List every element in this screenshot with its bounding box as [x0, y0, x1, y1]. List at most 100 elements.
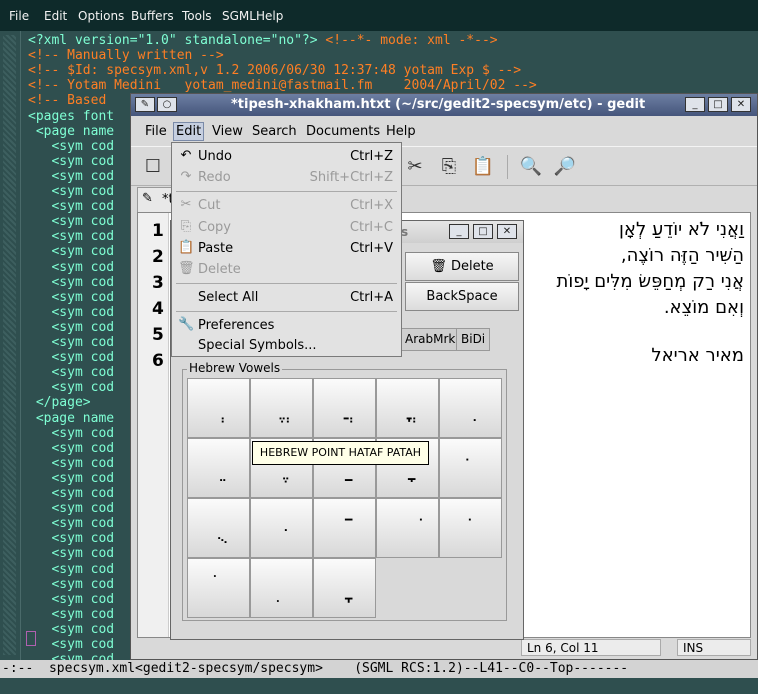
menu-item-shortcut: Ctrl+A [350, 290, 393, 305]
menu-item-paste[interactable]: 📋 Paste Ctrl+V [172, 239, 401, 259]
emacs-text-line: <sym cod [28, 184, 114, 199]
code-text: <sym cod [28, 546, 115, 562]
replace-icon[interactable]: 🔎 [553, 155, 577, 179]
code-text: <page name [28, 410, 115, 426]
hebrew-vowel-button[interactable]: ֳ [376, 378, 439, 438]
menu-documents[interactable]: Documents [306, 124, 380, 139]
gedit-menubar: File Edit View Search Documents Help [131, 121, 757, 143]
pin-icon[interactable]: ○ [157, 97, 177, 112]
scrollbar-thumb[interactable] [3, 35, 16, 655]
hebrew-vowel-button[interactable]: ׇ [313, 558, 376, 618]
emacs-menu-options[interactable]: Options [78, 9, 124, 23]
hebrew-vowel-button[interactable]: ׅ [250, 558, 313, 618]
hebrew-vowel-button[interactable]: ִ [439, 378, 502, 438]
hebrew-vowel-button[interactable]: ֵ [187, 438, 250, 498]
hebrew-vowel-button[interactable]: ׁ [376, 498, 439, 558]
hebrew-vowel-button[interactable]: ׂ [439, 498, 502, 558]
emacs-menu-tools[interactable]: Tools [182, 9, 212, 23]
hebrew-vowel-button[interactable]: ֹ [439, 438, 502, 498]
paste-icon[interactable]: 📋 [471, 155, 495, 179]
copy-icon[interactable]: ⎘ [437, 155, 461, 179]
menu-separator [176, 311, 397, 312]
emacs-scrollbar[interactable] [0, 31, 21, 660]
dialog-minimize-icon[interactable]: _ [449, 224, 469, 239]
menu-item-redo[interactable]: ↷ Redo Shift+Ctrl+Z [172, 168, 401, 188]
hebrew-vowel-button[interactable]: ׄ [187, 558, 250, 618]
emacs-text-line: <!-- Manually written --> [28, 48, 224, 63]
emacs-text-line: <page name [28, 124, 114, 139]
text-line: מאיר אריאל [651, 345, 744, 366]
emacs-text-line: </page> [28, 395, 91, 410]
dialog-title: s [401, 225, 409, 239]
maximize-icon[interactable]: □ [708, 97, 728, 112]
menu-separator [176, 191, 397, 192]
code-text: <sym cod [28, 184, 115, 199]
menu-file[interactable]: File [145, 124, 167, 139]
menu-edit[interactable]: Edit [173, 122, 205, 141]
insert-mode: INS [677, 639, 751, 656]
emacs-menu-edit[interactable]: Edit [44, 9, 67, 23]
window-title: *tipesh-xhakham.htxt (~/src/gedit2-specs… [231, 97, 646, 112]
menu-item-special-symbols[interactable]: Special Symbols... [172, 336, 401, 356]
emacs-menu-buffers[interactable]: Buffers [131, 9, 174, 23]
menu-item-delete[interactable]: 🗑 Delete [172, 260, 401, 280]
cut-icon[interactable]: ✂ [403, 155, 427, 179]
menu-view[interactable]: View [212, 124, 243, 139]
emacs-menubar: File Edit Options Buffers Tools SGML Hel… [0, 0, 758, 31]
menu-item-cut[interactable]: ✂ Cut Ctrl+X [172, 196, 401, 216]
code-text: <sym cod [28, 591, 115, 607]
tab-arabmrk[interactable]: ArabMrk [400, 328, 461, 351]
trash-icon: 🗑 [430, 259, 447, 274]
hebrew-vowel-button[interactable]: ֿ [313, 498, 376, 558]
find-icon[interactable]: 🔍 [519, 155, 543, 179]
emacs-menu-help[interactable]: Help [256, 9, 283, 23]
emacs-text-line: <sym cod [28, 305, 114, 320]
code-text: <sym cod [28, 501, 115, 517]
hebrew-vowel-button[interactable]: ּ [250, 498, 313, 558]
hebrew-vowel-button[interactable]: ְ [187, 378, 250, 438]
gedit-titlebar[interactable]: ✎ ○ *tipesh-xhakham.htxt (~/src/gedit2-s… [131, 94, 757, 116]
delete-button[interactable]: 🗑 Delete [405, 252, 519, 281]
backspace-button[interactable]: BackSpace [405, 282, 519, 311]
emacs-text-line: <sym cod [28, 139, 114, 154]
menu-help[interactable]: Help [386, 124, 416, 139]
text-line: וְאִם מוֹצֵא. [663, 297, 744, 318]
toolbar-separator [507, 155, 508, 179]
menu-item-icon: ↶ [180, 148, 192, 163]
emacs-text-line: <sym cod [28, 516, 114, 531]
emacs-text-line: <sym cod [28, 531, 114, 546]
menu-item-preferences[interactable]: 🔧 Preferences [172, 316, 401, 336]
window-menu-icon[interactable]: ✎ [135, 97, 155, 112]
emacs-text-line: <sym cod [28, 501, 114, 516]
emacs-text-line: <sym cod [28, 486, 114, 501]
code-text: <sym cod [28, 576, 115, 592]
comment-text: <!-- Based [28, 93, 107, 109]
emacs-text-line: <sym cod [28, 229, 114, 244]
close-icon[interactable]: ✕ [731, 97, 751, 112]
hebrew-vowel-button[interactable]: ֻ [187, 498, 250, 558]
menu-item-copy[interactable]: ⎘ Copy Ctrl+C [172, 218, 401, 238]
menu-item-label: Preferences [198, 318, 275, 333]
emacs-text-line: <sym cod [28, 169, 114, 184]
tab-bidi[interactable]: BiDi [456, 328, 491, 351]
line-number: 6 [152, 351, 164, 371]
menu-item-select-all[interactable]: Select All Ctrl+A [172, 288, 401, 308]
code-text: <sym cod [28, 561, 115, 577]
new-document-icon[interactable]: ☐ [141, 155, 165, 179]
emacs-menu-file[interactable]: File [9, 9, 29, 23]
dialog-close-icon[interactable]: ✕ [497, 224, 517, 239]
emacs-menu-sgml[interactable]: SGML [222, 9, 256, 23]
code-text: </page> [28, 395, 91, 411]
cursor-position: Ln 6, Col 11 [521, 639, 661, 656]
code-text: <sym cod [28, 470, 115, 486]
comment-text: <!-- Manually written --> [28, 48, 224, 64]
hebrew-vowel-button[interactable]: ֲ [313, 378, 376, 438]
dialog-maximize-icon[interactable]: □ [473, 224, 493, 239]
menu-search[interactable]: Search [252, 124, 297, 139]
hebrew-vowel-button[interactable]: ֱ [250, 378, 313, 438]
minimize-icon[interactable]: _ [685, 97, 705, 112]
line-number: 3 [152, 273, 164, 293]
emacs-text-line: <sym cod [28, 335, 114, 350]
emacs-minibuffer[interactable] [0, 678, 758, 694]
menu-item-undo[interactable]: ↶ Undo Ctrl+Z [172, 147, 401, 167]
